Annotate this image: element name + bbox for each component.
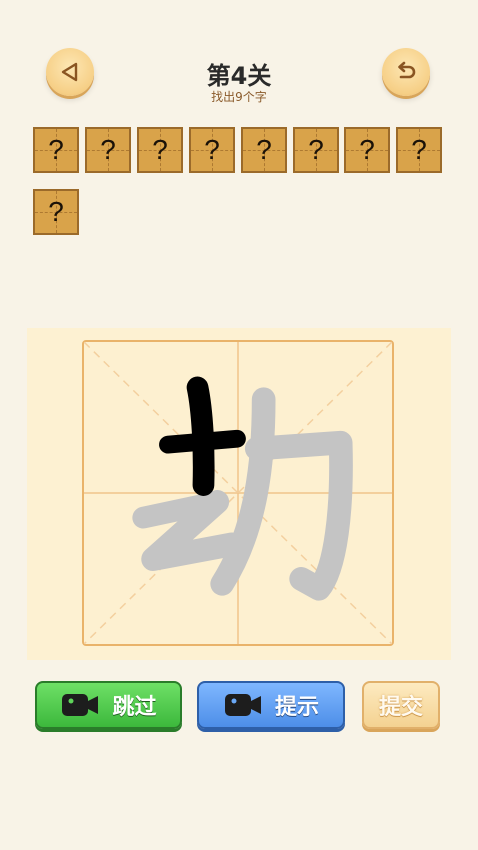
hint-label: 提示: [274, 695, 319, 720]
submit-button[interactable]: 提交: [362, 681, 440, 729]
answer-slot[interactable]: ?: [33, 189, 79, 235]
answer-slot[interactable]: ?: [189, 127, 235, 173]
answer-slot[interactable]: ?: [293, 127, 339, 173]
video-camera-icon: [62, 694, 99, 716]
hint-button[interactable]: 提示: [197, 681, 345, 729]
remaining-strokes: [132, 387, 353, 601]
video-camera-icon: [224, 694, 261, 716]
highlighted-strokes: [159, 376, 246, 496]
answer-slot[interactable]: ?: [344, 127, 390, 173]
submit-label: 提交: [378, 695, 423, 720]
answer-slot[interactable]: ?: [85, 127, 131, 173]
answer-slot[interactable]: ?: [33, 127, 79, 173]
character-grid[interactable]: [82, 340, 394, 646]
answer-slot[interactable]: ?: [137, 127, 183, 173]
character-strokes: [84, 342, 392, 644]
undo-arrow-icon: [398, 61, 416, 79]
answer-slot[interactable]: ?: [241, 127, 287, 173]
restart-button[interactable]: [382, 48, 430, 96]
skip-button[interactable]: 跳过: [35, 681, 182, 729]
answer-slot[interactable]: ?: [396, 127, 442, 173]
skip-label: 跳过: [112, 695, 157, 720]
